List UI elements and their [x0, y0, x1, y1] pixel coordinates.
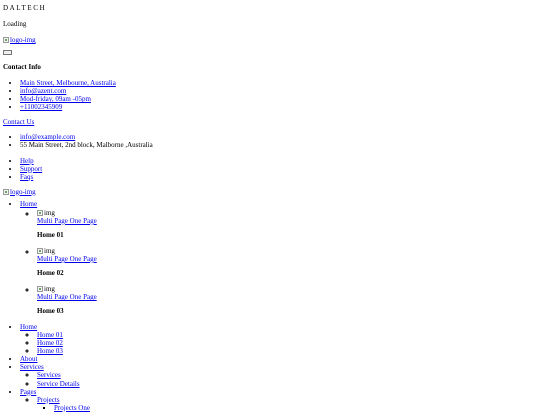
nav-link-home[interactable]: Home — [20, 323, 37, 331]
page: DALTECH Loading logo-img Contact Info Ma… — [0, 0, 540, 412]
mega-item-title: Home 03 — [37, 307, 64, 316]
help-link[interactable]: Help — [20, 157, 34, 165]
list-item: Support — [20, 165, 537, 173]
list-item: Help — [20, 157, 537, 165]
menu-toggle-button[interactable] — [3, 50, 12, 56]
services-link[interactable]: Services — [37, 371, 61, 379]
list-item: +11002345909 — [20, 103, 537, 111]
projects-link[interactable]: Projects — [37, 396, 60, 404]
sticky-logo-link[interactable]: logo-img — [3, 188, 36, 196]
preloader-brand: DALTECH — [3, 4, 47, 12]
mega-item: img Multi Page One Page Home 01 — [37, 209, 537, 239]
contact-hours-link[interactable]: Mod-friday, 09am -05pm — [20, 95, 91, 103]
footer-email-link[interactable]: info@example.com — [20, 133, 75, 141]
list-item: info@example.com — [20, 133, 537, 141]
image-alt-text: img — [44, 208, 55, 217]
mega-nav: Home img Multi Page One Page Home 01 img… — [3, 200, 537, 315]
mega-item-title: Home 02 — [37, 269, 64, 278]
broken-image-icon — [3, 188, 9, 195]
multi-page-one-page-link[interactable]: Multi Page One Page — [37, 217, 97, 225]
support-link[interactable]: Support — [20, 165, 42, 173]
main-nav: Home Home 01 Home 02 Home 03 About Servi… — [3, 323, 537, 412]
faqs-link[interactable]: Faqs — [20, 173, 33, 181]
help-links-list: Help Support Faqs — [3, 157, 537, 181]
mega-item-title: Home 01 — [37, 230, 64, 239]
header-logo-link[interactable]: logo-img — [3, 36, 36, 44]
home-03-link[interactable]: Home 03 — [37, 347, 63, 355]
mega-image: img — [37, 209, 537, 217]
nav-item-home: Home Home 01 Home 02 Home 03 — [20, 323, 537, 355]
list-item: info@azent.com — [20, 87, 537, 95]
contact-address-link[interactable]: Main Street, Melbourne, Australia — [20, 79, 116, 87]
nav-item-services: Services Services Service Details — [20, 363, 537, 387]
service-details-link[interactable]: Service Details — [37, 380, 80, 388]
footer-address: 55 Main Street, 2nd block, Malborne ,Aus… — [20, 141, 537, 149]
home-01-link[interactable]: Home 01 — [37, 331, 63, 339]
list-item: Faqs — [20, 173, 537, 181]
broken-image-icon — [37, 247, 43, 254]
multi-page-one-page-link[interactable]: Multi Page One Page — [37, 293, 97, 301]
broken-image-icon — [37, 209, 43, 216]
logo-alt-text: logo-img — [10, 187, 36, 196]
list-item: Service Details — [37, 380, 537, 388]
list-item: Home 01 — [37, 331, 537, 339]
nav-item-home: Home img Multi Page One Page Home 01 img… — [20, 200, 537, 315]
broken-image-icon — [3, 37, 9, 44]
contact-us-link[interactable]: Contact Us — [3, 118, 537, 126]
footer-contact-list: info@example.com 55 Main Street, 2nd blo… — [3, 133, 537, 149]
list-item: Home 03 — [37, 347, 537, 355]
nav-link-home[interactable]: Home — [20, 200, 37, 208]
list-item: Home 02 — [37, 339, 537, 347]
preloader-text: Loading — [3, 20, 27, 29]
home-02-link[interactable]: Home 02 — [37, 339, 63, 347]
mega-item: img Multi Page One Page Home 02 — [37, 247, 537, 277]
contact-phone-link[interactable]: +11002345909 — [20, 103, 62, 111]
nav-item-projects: Projects Projects One — [37, 396, 537, 412]
mega-image: img — [37, 247, 537, 255]
mega-item: img Multi Page One Page Home 03 — [37, 285, 537, 315]
pages-submenu: Projects Projects One — [20, 396, 537, 412]
list-item: Main Street, Melbourne, Australia — [20, 79, 537, 87]
nav-link-services[interactable]: Services — [20, 363, 44, 371]
logo-alt-text: logo-img — [10, 36, 36, 45]
services-submenu: Services Service Details — [20, 371, 537, 387]
list-item: Services — [37, 371, 537, 379]
nav-item-about: About — [20, 355, 537, 363]
mega-menu-list: img Multi Page One Page Home 01 img Mult… — [20, 209, 537, 315]
home-submenu: Home 01 Home 02 Home 03 — [20, 331, 537, 355]
broken-image-icon — [37, 286, 43, 293]
nav-link-pages[interactable]: Pages — [20, 388, 36, 396]
nav-link-about[interactable]: About — [20, 355, 38, 363]
list-item: Mod-friday, 09am -05pm — [20, 95, 537, 103]
image-alt-text: img — [44, 285, 55, 294]
contact-info-heading: Contact Info — [3, 63, 41, 72]
contact-info-list: Main Street, Melbourne, Australia info@a… — [3, 79, 537, 111]
mega-image: img — [37, 285, 537, 293]
multi-page-one-page-link[interactable]: Multi Page One Page — [37, 255, 97, 263]
nav-item-pages: Pages Projects Projects One — [20, 388, 537, 412]
contact-email-link[interactable]: info@azent.com — [20, 87, 66, 95]
image-alt-text: img — [44, 246, 55, 255]
